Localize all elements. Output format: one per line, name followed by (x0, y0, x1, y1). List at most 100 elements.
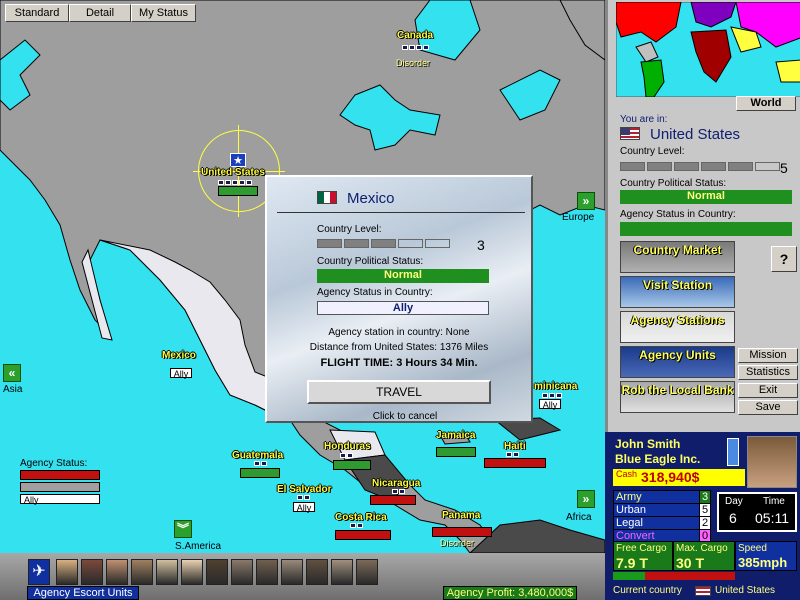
level-bars (254, 461, 267, 466)
country-label-costa-rica[interactable]: Costa Rica (335, 512, 387, 523)
country-label-panama[interactable]: Panama (442, 510, 480, 521)
country-label-el-salvador[interactable]: El Salvador (277, 484, 331, 495)
us-flag-icon (620, 127, 640, 140)
level-segment (317, 239, 342, 248)
urban-bar: Urban (613, 503, 711, 517)
speed-label: Speed (738, 543, 767, 554)
nav-africa-button[interactable]: » (577, 490, 595, 508)
statistics-button[interactable]: Statistics (738, 365, 798, 380)
level-bars (350, 523, 363, 528)
country-status-bar-panama (432, 527, 492, 537)
urban-value: 5 (699, 503, 711, 517)
country-label-haiti[interactable]: Haiti (504, 441, 526, 452)
speed-value: 385mph (738, 555, 788, 570)
agency-status-legend: Agency Status: Ally (20, 458, 102, 505)
army-label: Army (616, 491, 642, 503)
view-standard-button[interactable]: Standard (5, 4, 69, 22)
country-label-guatemala[interactable]: Guatemala (232, 450, 283, 461)
view-detail-button[interactable]: Detail (69, 4, 131, 22)
nav-south-america-button[interactable]: ︾ (174, 520, 192, 538)
visit-station-button[interactable]: Visit Station (620, 276, 735, 308)
country-status-dominicana: Ally (539, 399, 561, 410)
country-status-honduras (333, 460, 371, 470)
nav-asia-label: Asia (3, 384, 23, 395)
level-segment (620, 162, 645, 171)
level-segment (755, 162, 780, 171)
political-status-label: Country Political Status: (317, 256, 424, 267)
legal-value: 2 (699, 516, 711, 530)
agency-escort-units-label[interactable]: Agency Escort Units (27, 586, 139, 600)
country-status-jamaica (436, 447, 476, 457)
side-level-label: Country Level: (620, 146, 685, 157)
dialog-country-name: Mexico (347, 190, 395, 207)
portrait-tab[interactable] (727, 438, 739, 466)
nav-south-america-label: S.America (175, 541, 222, 552)
country-label-united-states[interactable]: United States (201, 167, 265, 178)
level-segment (344, 239, 369, 248)
legend-neutral (20, 482, 100, 492)
plane-icon[interactable]: ✈ (28, 559, 50, 585)
unit-thumbnail[interactable] (56, 559, 78, 585)
country-market-button[interactable]: Country Market (620, 241, 735, 273)
unit-thumbnail[interactable] (256, 559, 278, 585)
agency-status-label: Agency Status in Country: (317, 287, 433, 298)
agency-stations-button[interactable]: Agency Stations (620, 311, 735, 343)
world-minimap[interactable] (616, 2, 800, 97)
country-status-guatemala (240, 468, 280, 478)
cargo-fill-bar (613, 572, 735, 580)
nav-asia-button[interactable]: « (3, 364, 21, 382)
unit-thumbnail[interactable] (156, 559, 178, 585)
country-info-dialog[interactable]: Mexico Country Level: 3 Country Politica… (265, 175, 533, 423)
country-label-canada[interactable]: Canada (397, 30, 433, 41)
country-status-el-salvador: Ally (293, 502, 315, 513)
unit-thumbnail[interactable] (281, 559, 303, 585)
unit-thumbnail[interactable] (181, 559, 203, 585)
time-label: Time (763, 496, 785, 507)
political-status-value: Normal (317, 269, 489, 283)
flight-time-text: FLIGHT TIME: 3 Hours 34 Min. (320, 357, 478, 369)
unit-thumbnail[interactable] (106, 559, 128, 585)
unit-thumbnail[interactable] (231, 559, 253, 585)
unit-thumbnail[interactable] (206, 559, 228, 585)
agency-profit: Agency Profit: 3,480,000$ (443, 586, 577, 600)
country-label-jamaica[interactable]: Jamaica (436, 430, 475, 441)
help-button[interactable]: ? (771, 246, 797, 272)
country-label-dominicana[interactable]: minicana (534, 381, 577, 392)
free-cargo-value: 7.9 T (616, 555, 648, 571)
unit-thumbnail[interactable] (131, 559, 153, 585)
level-bars (506, 452, 519, 457)
country-label-nicaragua[interactable]: Nicaragua (372, 478, 420, 489)
cash-label: Cash (616, 469, 638, 479)
world-button[interactable]: World (736, 96, 796, 111)
unit-thumbnail[interactable] (331, 559, 353, 585)
current-country-name: United States (650, 126, 741, 143)
click-to-cancel[interactable]: Click to cancel (267, 411, 543, 422)
clock-panel: Day Time 6 05:11 (717, 492, 797, 532)
view-my-status-button[interactable]: My Status (131, 4, 196, 22)
travel-button[interactable]: TRAVEL (307, 380, 491, 404)
country-label-honduras[interactable]: Honduras (324, 441, 371, 452)
save-button[interactable]: Save (738, 400, 798, 415)
unit-thumbnail[interactable] (306, 559, 328, 585)
country-label-mexico[interactable]: Mexico (162, 350, 196, 361)
agency-units-button[interactable]: Agency Units (620, 346, 735, 378)
legend-hostile (20, 470, 100, 480)
unit-thumbnail[interactable] (356, 559, 378, 585)
unit-thumbnail[interactable] (81, 559, 103, 585)
current-country-label: Current country (613, 585, 682, 596)
rob-local-bank-button[interactable]: Rob the Local Bank (620, 381, 735, 413)
max-cargo-label: Max. Cargo (676, 543, 728, 554)
mission-button[interactable]: Mission (738, 348, 798, 363)
level-segment (371, 239, 396, 248)
country-status-mexico: Ally (170, 368, 192, 379)
nav-europe-button[interactable]: » (577, 192, 595, 210)
company-name: Blue Eagle Inc. (615, 452, 701, 466)
agency-status-value: Ally (317, 301, 489, 315)
army-value: 3 (699, 490, 711, 504)
player-status-panel: John Smith Blue Eagle Inc. Cash 318,940$… (605, 432, 800, 600)
exit-button[interactable]: Exit (738, 383, 798, 398)
time-value: 05:11 (755, 510, 789, 526)
agency-station-text: Agency station in country: None (328, 327, 470, 338)
country-level-bar (317, 239, 450, 248)
side-agency-value (620, 222, 792, 236)
